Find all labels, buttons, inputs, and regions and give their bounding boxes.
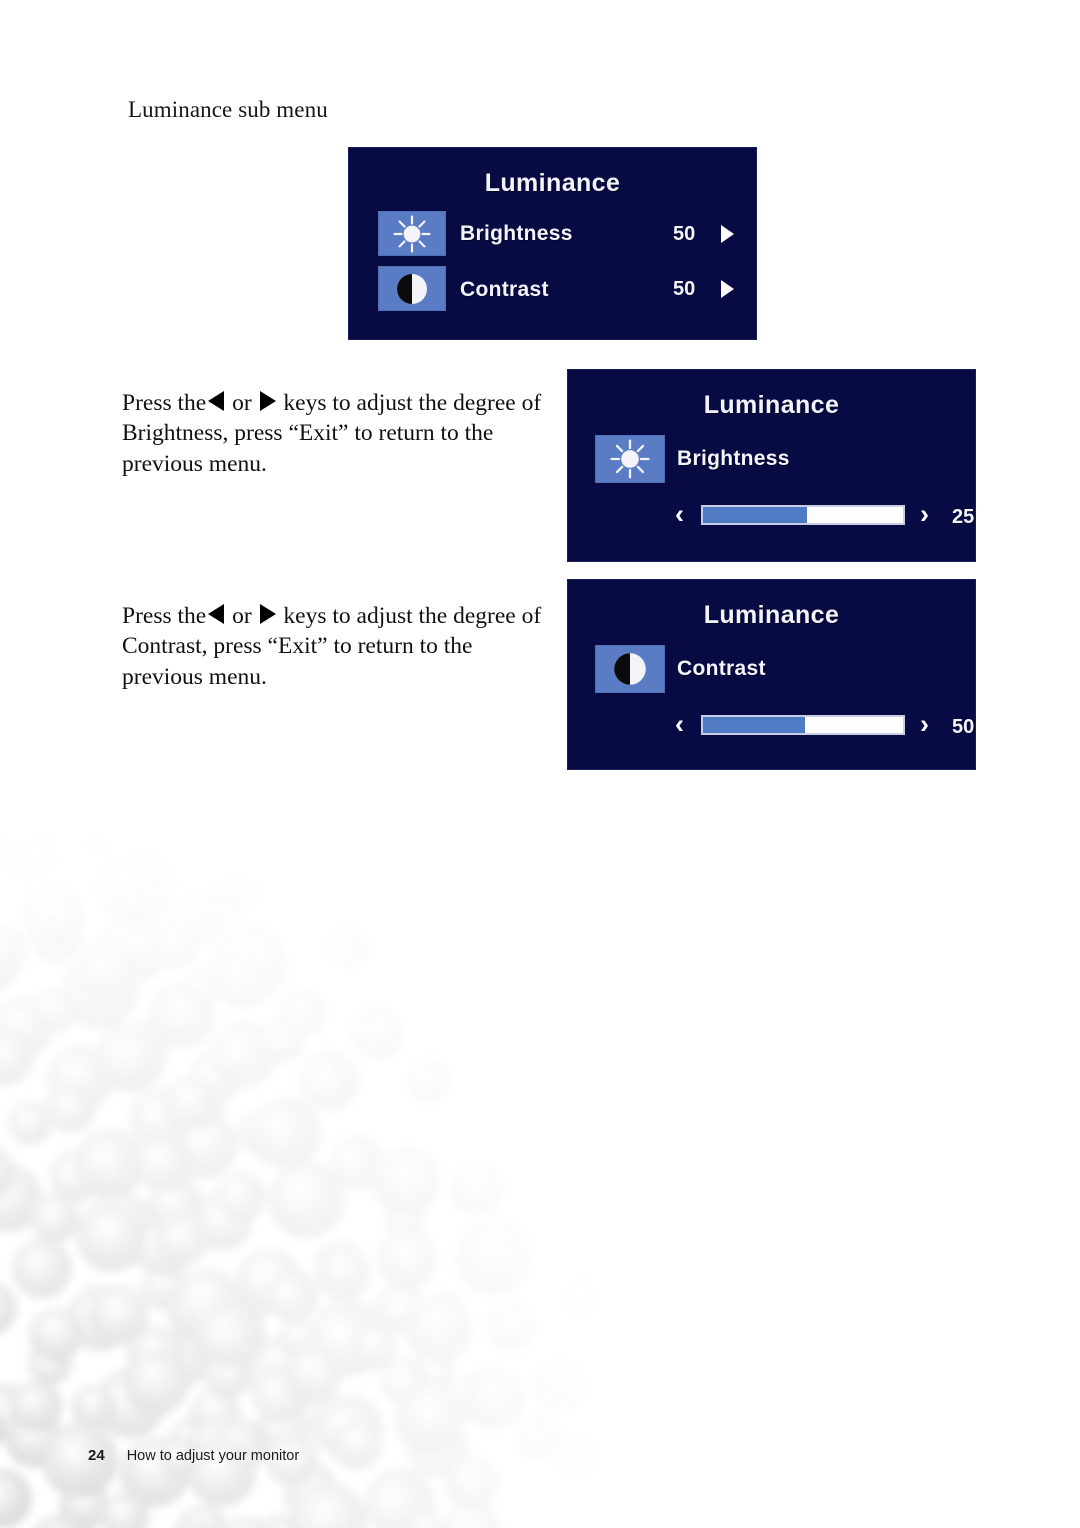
osd-row-value-brightness: 50 [673, 223, 696, 245]
paragraph-text-or: or [232, 389, 252, 416]
osd-panel-label: Brightness [677, 447, 790, 470]
chevron-right-icon[interactable]: › [920, 501, 929, 528]
osd-row-label-contrast: Contrast [460, 278, 549, 301]
manual-page: Luminance sub menu Luminance Brightness [0, 0, 1080, 1528]
footer-chapter-title: How to adjust your monitor [126, 1448, 300, 1464]
triangle-right-icon[interactable] [721, 225, 734, 243]
contrast-half-circle-icon [595, 645, 665, 693]
osd-luminance-menu: Luminance Brightness 50 Contrast 50 [348, 147, 757, 340]
chevron-left-icon[interactable]: ‹ [675, 501, 684, 528]
paragraph-text-start: Press the [122, 602, 207, 629]
brightness-sun-icon [595, 435, 665, 483]
triangle-left-icon [208, 603, 225, 624]
osd-brightness-adjust: Luminance Brightness ‹ › 25 [567, 369, 976, 562]
osd-panel-label: Contrast [677, 657, 766, 680]
page-footer: 24 How to adjust your monitor [88, 1447, 299, 1464]
brightness-value: 25 [952, 506, 975, 528]
osd-contrast-adjust: Luminance Contrast ‹ › 50 [567, 579, 976, 770]
footer-page-number: 24 [88, 1447, 105, 1464]
osd-panel-title: Luminance [703, 391, 840, 419]
paragraph-text-start: Press the [122, 389, 207, 416]
triangle-left-icon [208, 390, 225, 411]
chevron-right-icon[interactable]: › [920, 711, 929, 738]
osd-row-value-contrast: 50 [673, 278, 696, 300]
instruction-paragraph-contrast: Press the or keys to adjust the degree o… [122, 601, 554, 693]
triangle-right-icon [259, 390, 276, 411]
paragraph-text-or: or [232, 602, 252, 629]
triangle-right-icon[interactable] [721, 280, 734, 298]
brightness-slider[interactable] [701, 505, 905, 525]
brightness-sun-icon [378, 211, 446, 256]
slider-fill [703, 507, 807, 523]
contrast-value: 50 [952, 716, 975, 738]
chevron-left-icon[interactable]: ‹ [675, 711, 684, 738]
osd-panel-title: Luminance [703, 601, 840, 629]
osd-menu-title: Luminance [484, 169, 621, 197]
triangle-right-icon [259, 603, 276, 624]
contrast-half-circle-icon [378, 266, 446, 311]
osd-row-label-brightness: Brightness [460, 222, 573, 245]
slider-fill [703, 717, 805, 733]
contrast-slider[interactable] [701, 715, 905, 735]
instruction-paragraph-brightness: Press the or keys to adjust the degree o… [122, 388, 542, 480]
page-title: Luminance sub menu [128, 97, 328, 122]
